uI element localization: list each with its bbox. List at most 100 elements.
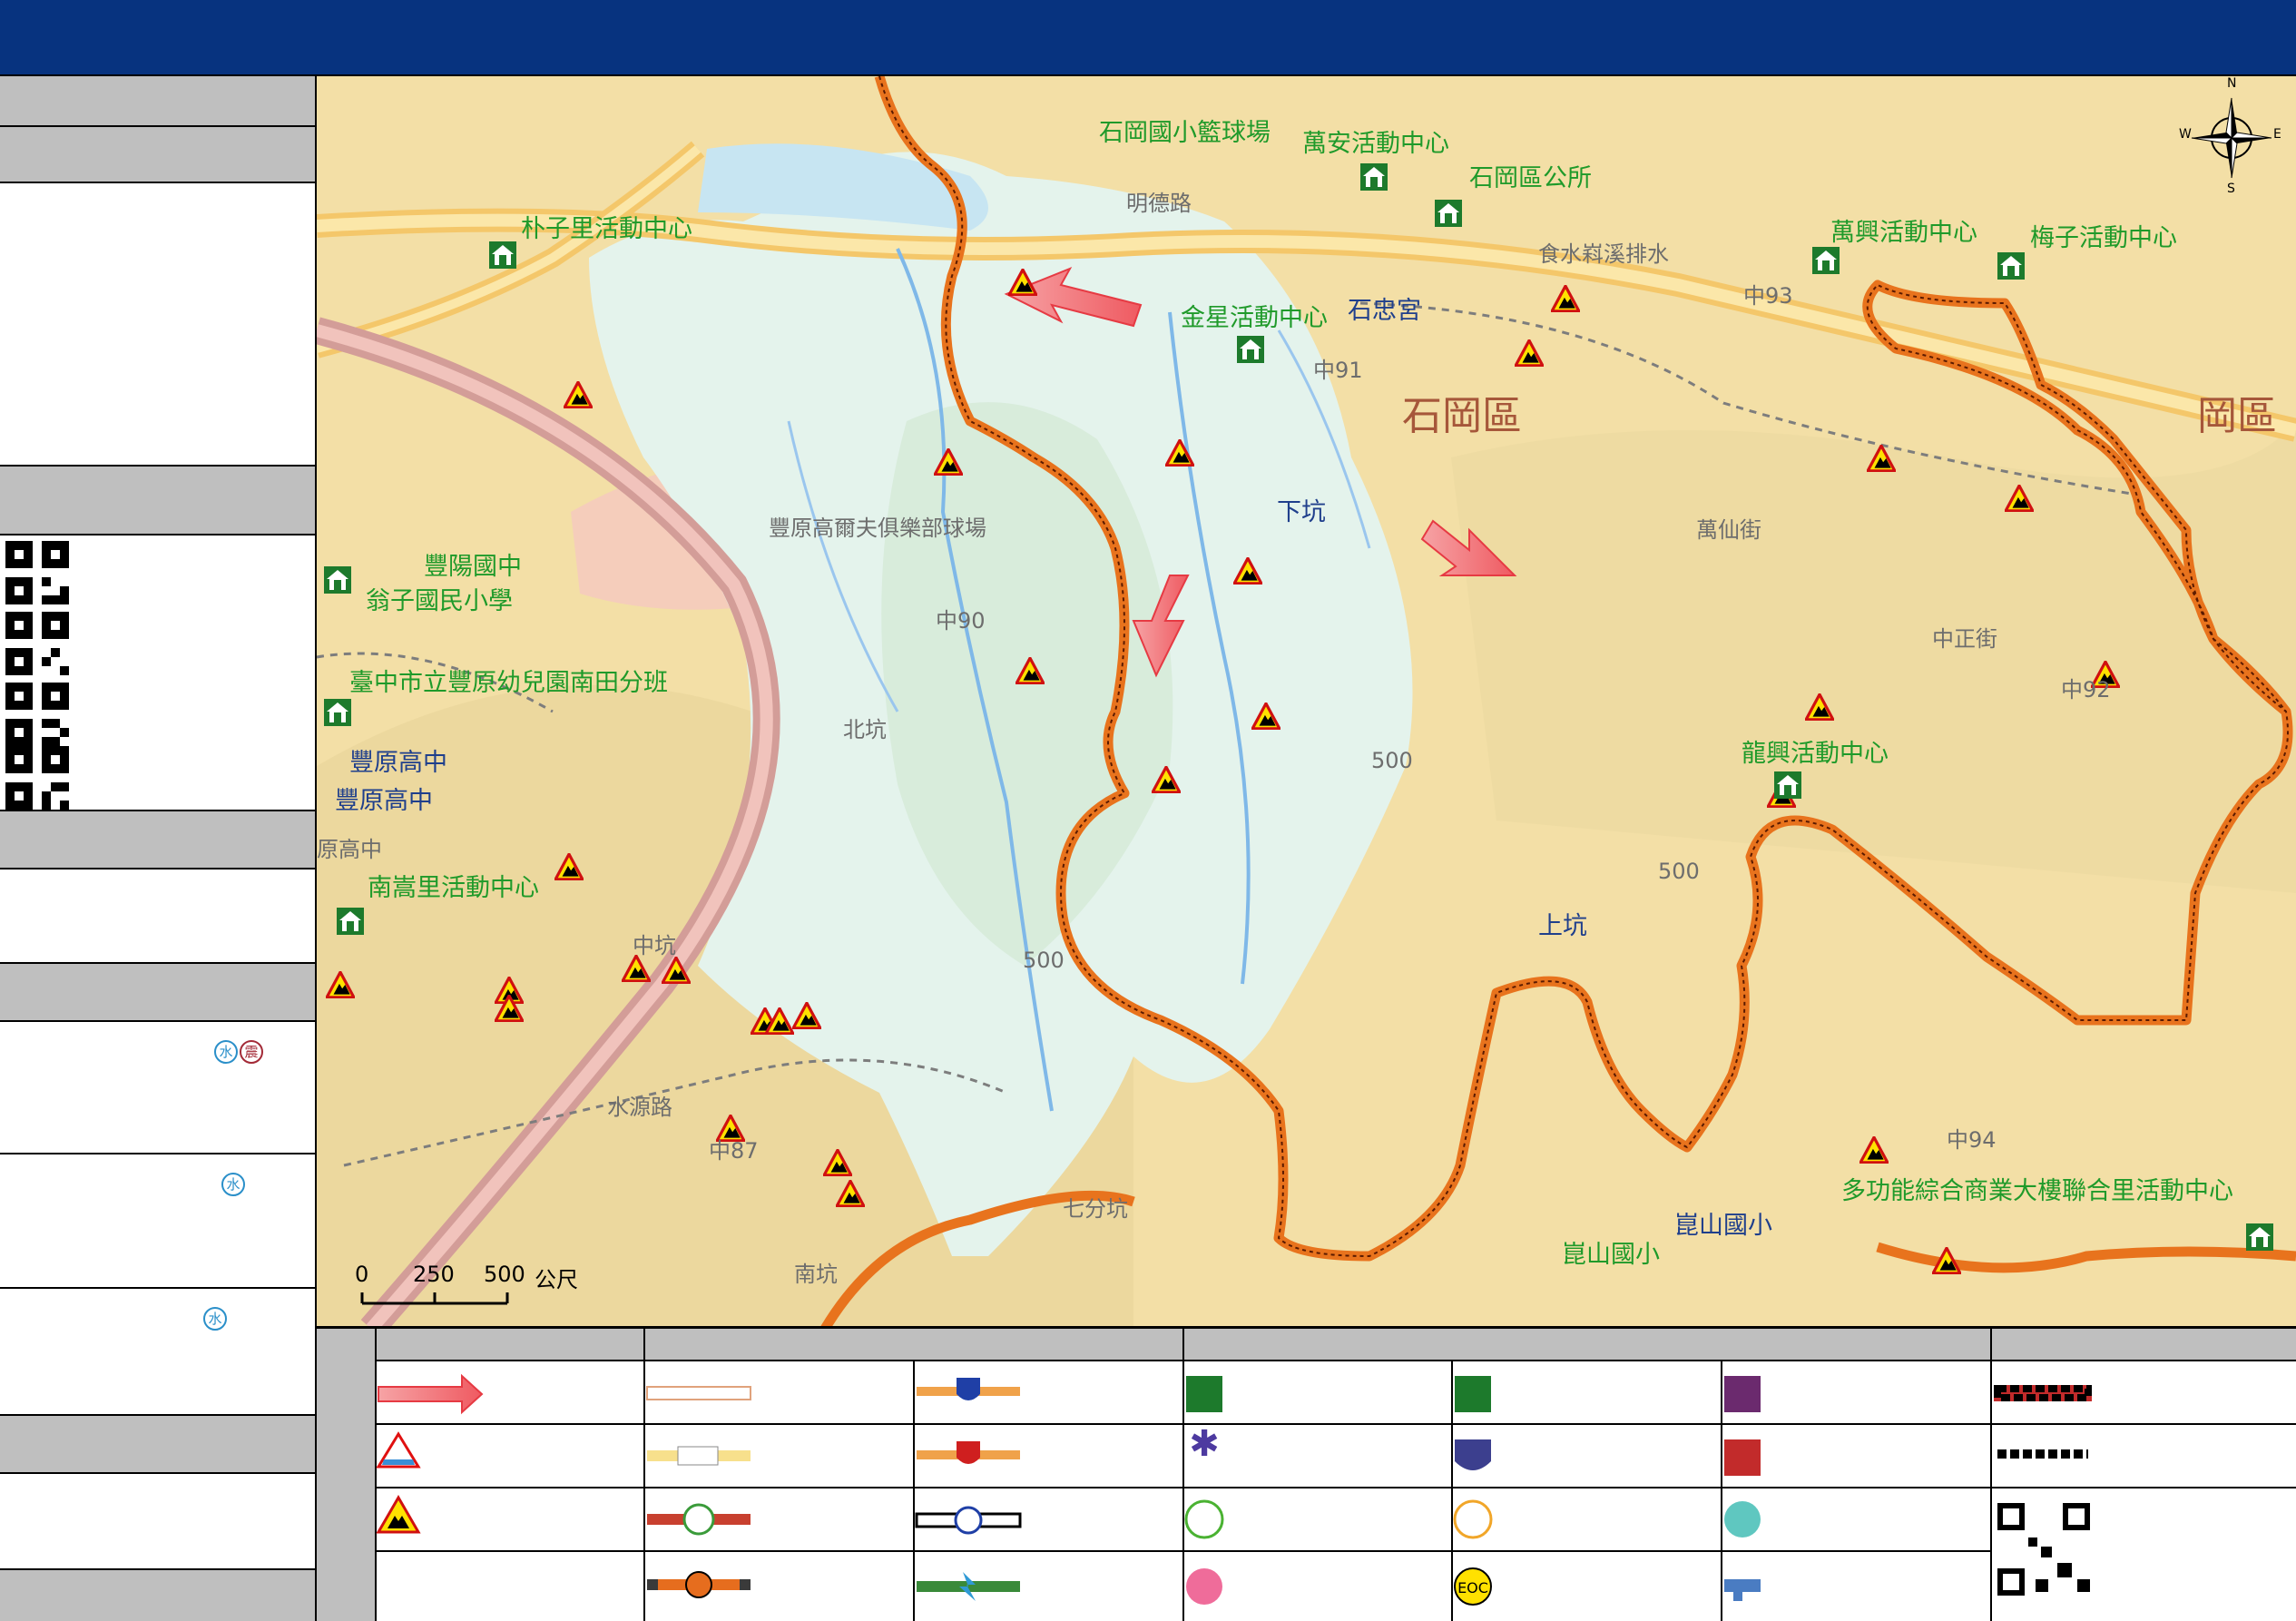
government-legend-icon [1724, 1376, 1761, 1412]
sidebar-shelter-2: 水 [0, 1154, 315, 1289]
sports-field-legend-icon [1186, 1376, 1222, 1412]
sidebar-info-panel [0, 183, 315, 467]
place-label: 七分坑 [1063, 1196, 1128, 1222]
place-label: 北坑 [843, 717, 887, 742]
shelter-icon[interactable] [324, 566, 351, 594]
child-care-legend-icon [1724, 1501, 1761, 1537]
qr-code-legend[interactable] [1996, 1501, 2092, 1597]
place-label: 萬興活動中心 [1830, 219, 1977, 247]
compass-west: W [2179, 127, 2192, 142]
place-label: 多功能綜合商業大樓聯合里活動中心 [1841, 1177, 2233, 1205]
road-label: 萬仙街 [1696, 517, 1761, 543]
sidebar-shelter-3: 水 [0, 1289, 315, 1416]
earthquake-icon: 震 [240, 1040, 263, 1064]
helipad-legend-icon [1724, 1579, 1761, 1601]
place-label: 金星活動中心 [1181, 304, 1328, 332]
shelter-icon[interactable] [1435, 200, 1462, 227]
shelter-legend-icon [1455, 1376, 1491, 1412]
route-label: 中87 [709, 1138, 759, 1164]
flow-arrow-legend-icon [378, 1373, 484, 1415]
sidebar-header-6 [0, 1416, 315, 1474]
road-legend-icon [646, 1386, 751, 1400]
care-center-legend-icon [1186, 1568, 1222, 1605]
place-label: 臺中市立豐原幼兒園南田分班 [349, 669, 668, 697]
place-label: 南嵩里活動中心 [368, 874, 539, 902]
railway-legend-icon [915, 1506, 1022, 1535]
scale-tick-label: 500 [484, 1262, 525, 1287]
scale-unit: 公尺 [535, 1267, 578, 1292]
stream-label: 上坑 [1538, 912, 1587, 940]
medical-legend-icon: ✱ [1189, 1423, 1220, 1465]
eoc-label: EOC [1457, 1579, 1488, 1596]
shelter-icon[interactable] [1774, 771, 1801, 799]
route-label: 中92 [2061, 677, 2111, 702]
fire-station-legend-icon [1724, 1439, 1761, 1476]
stream-label: 食水嵙溪排水 [1538, 241, 1669, 267]
map-view[interactable]: 石岡國小籃球場 萬安活動中心 石岡區公所 朴子里活動中心 萬興活動中心 梅子活動… [317, 76, 2296, 1329]
sidebar-header-2 [0, 127, 315, 183]
sidebar-header-7 [0, 1570, 315, 1621]
place-label: 石岡國小籃球場 [1099, 119, 1271, 147]
road-legend-icon [647, 1446, 751, 1466]
shelter-icon[interactable] [324, 699, 351, 726]
qr-code-2[interactable] [5, 612, 69, 675]
shelter-icon[interactable] [337, 908, 364, 935]
sidebar-header-4 [0, 811, 315, 869]
place-label: 南坑 [794, 1262, 838, 1287]
contour-label: 500 [1023, 948, 1065, 973]
contour-label: 500 [1371, 748, 1413, 773]
place-label: 龍興活動中心 [1742, 740, 1889, 768]
sidebar-panel-b [0, 1474, 315, 1570]
sidebar-qr-panel [0, 535, 315, 811]
county-road-legend-icon [647, 1571, 751, 1598]
flood-icon: 水 [221, 1173, 245, 1196]
title-bar [0, 0, 2296, 76]
route-label: 中91 [1313, 358, 1363, 383]
shelter-icon[interactable] [489, 241, 516, 269]
shelter-icon[interactable] [1997, 252, 2025, 280]
place-label: 翁子國民小學 [366, 587, 513, 615]
place-label: 豐原高爾夫俱樂部球場 [769, 516, 986, 541]
place-label: 崑山國小 [1562, 1241, 1660, 1269]
road-label: 明德路 [1126, 191, 1192, 216]
elderly-legend-icon [1453, 1499, 1493, 1539]
map-canvas [317, 76, 2296, 1326]
highway-legend-icon [647, 1503, 751, 1536]
place-label: 石岡區公所 [1469, 164, 1592, 192]
sidebar-header-1 [0, 76, 315, 127]
sidebar-header-5 [0, 964, 315, 1022]
district-label: 岡區 [2197, 393, 2277, 439]
sidebar-header-3 [0, 467, 315, 535]
landslide-legend-icon [376, 1495, 421, 1534]
route-label: 中90 [936, 608, 986, 634]
flood-warning-legend-icon [376, 1431, 421, 1469]
compass-east: E [2273, 127, 2281, 142]
road-label: 中正街 [1932, 626, 1997, 652]
place-label: 梅子活動中心 [2030, 224, 2177, 252]
qr-code-4[interactable] [5, 746, 69, 810]
qr-code-1[interactable] [5, 541, 69, 604]
place-label: 萬安活動中心 [1302, 130, 1449, 158]
welfare-legend-icon [1184, 1499, 1224, 1539]
provincial-highway-legend-icon [917, 1441, 1020, 1464]
district-label: 石岡區 [1402, 393, 1522, 439]
shelter-icon[interactable] [1237, 336, 1264, 363]
shelter-icon[interactable] [1812, 247, 1840, 274]
place-label: 豐陽國中 [424, 553, 522, 581]
compass-south: S [2227, 182, 2235, 196]
sidebar: 水 震 水 水 [0, 76, 317, 1621]
place-label: 朴子里活動中心 [521, 215, 692, 243]
national-highway-legend-icon [917, 1378, 1020, 1400]
place-label: 豐原高中 [335, 787, 433, 815]
place-label: 原高中 [317, 837, 382, 862]
compass-north: N [2227, 76, 2237, 91]
place-label: 豐原高中 [349, 749, 447, 777]
scale-tick-label: 0 [355, 1262, 369, 1287]
legend: ✱ EOC [317, 1329, 2296, 1621]
scale-tick-label: 250 [413, 1262, 455, 1287]
route-label: 中94 [1947, 1127, 1997, 1153]
shelter-icon[interactable] [1360, 163, 1388, 191]
shelter-icon[interactable] [2246, 1223, 2273, 1251]
qr-code-3[interactable] [5, 683, 69, 746]
road-label: 水源路 [607, 1095, 672, 1120]
